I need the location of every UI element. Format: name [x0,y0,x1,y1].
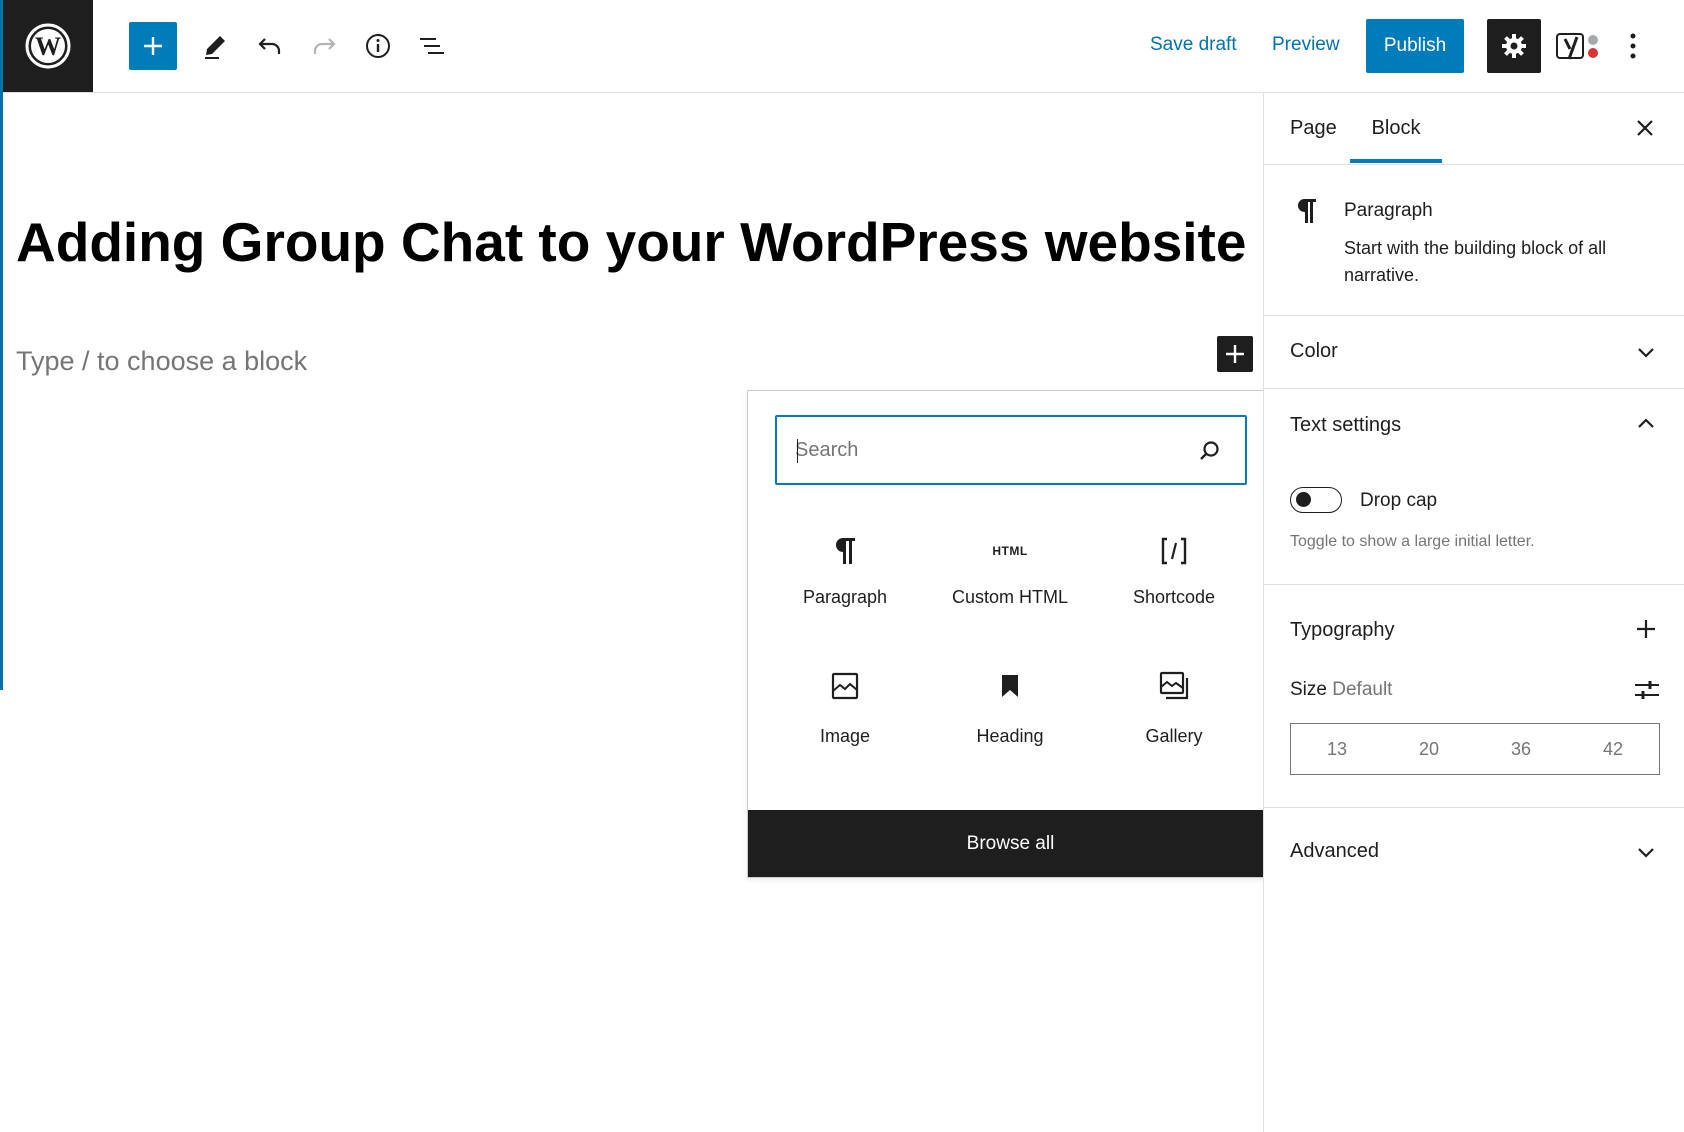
search-input[interactable] [795,417,1175,483]
gear-icon [1502,34,1526,58]
panel-color[interactable]: Color [1264,315,1684,389]
panel-title: Advanced [1290,840,1379,862]
undo-icon [258,38,281,54]
block-item-label: Image [819,726,871,746]
close-icon [1637,120,1653,136]
editor-header: W Save draft Preview Publish [0,0,1684,93]
redo-icon [313,38,336,54]
save-draft-button[interactable]: Save draft [1150,34,1237,56]
panel-typography: Typography Size Default 13 20 36 42 [1264,585,1684,808]
chevron-up-icon [1638,418,1654,428]
block-item-paragraph[interactable]: Paragraph [766,509,924,629]
panel-title: Typography [1290,619,1395,641]
image-icon [831,672,859,700]
shortcode-icon [1161,537,1187,565]
block-card: Paragraph Start with the building block … [1264,165,1684,316]
block-item-image[interactable]: Image [766,648,924,768]
browse-all-button[interactable]: Browse all [748,810,1273,877]
html-icon: HTML [992,544,1028,558]
gallery-icon [1159,671,1189,700]
block-item-label: Paragraph [802,587,888,607]
drop-cap-label: Drop cap [1360,490,1438,511]
plus-icon [1637,620,1655,638]
block-card-description: Start with the building block of all nar… [1344,238,1607,285]
publish-button[interactable]: Publish [1366,19,1464,73]
panel-toggle[interactable] [1634,840,1658,864]
active-tab-indicator [1350,159,1442,163]
yoast-seo-button[interactable] [1556,30,1602,62]
block-item-heading[interactable]: Heading [931,648,1089,768]
block-item-custom-html[interactable]: HTML Custom HTML [931,509,1089,629]
redo-button[interactable] [300,22,348,70]
undo-button[interactable] [246,22,294,70]
block-item-gallery[interactable]: Gallery [1095,648,1253,768]
panel-text-settings: Text settings Drop cap Toggle to show a … [1264,389,1684,585]
font-size-value: Default [1332,679,1393,700]
more-vertical-icon [1630,33,1636,59]
drop-cap-toggle[interactable] [1290,487,1342,513]
plus-icon [1226,345,1244,363]
details-button[interactable] [354,22,402,70]
close-sidebar-button[interactable] [1630,113,1660,143]
block-card-title: Paragraph [1344,200,1433,221]
search-field[interactable] [775,415,1247,485]
panel-advanced[interactable]: Advanced [1264,808,1684,886]
font-size-label: Size Default [1290,679,1392,701]
chevron-down-icon [1638,348,1654,358]
block-item-label: Custom HTML [951,587,1068,607]
wordpress-logo-icon: W [25,23,71,69]
block-item-shortcode[interactable]: Shortcode [1095,509,1253,629]
tab-block[interactable]: Block [1350,93,1442,163]
svg-text:W: W [35,32,61,61]
search-icon [1200,441,1219,460]
info-icon [366,34,390,58]
yoast-icon [1556,33,1598,60]
block-item-label: Heading [976,726,1044,746]
typography-options-button[interactable] [1634,617,1658,641]
block-item-label: Shortcode [1132,587,1216,607]
bookmark-icon [1002,675,1018,697]
plus-icon [144,37,162,55]
settings-button[interactable] [1487,19,1541,73]
text-caret [797,439,798,463]
font-size-picker: 13 20 36 42 [1290,723,1660,775]
settings-sliders-icon [1635,681,1659,699]
tab-page[interactable]: Page [1290,93,1337,163]
panel-toggle[interactable] [1634,340,1658,364]
block-item-label: Gallery [1145,726,1203,746]
canvas-focus-edge [0,0,3,690]
block-placeholder[interactable]: Type / to choose a block [16,346,307,377]
settings-sidebar: Page Block Paragraph Start with the buil… [1263,93,1684,1132]
quick-inserter: Paragraph HTML Custom HTML Shortcode Ima… [747,390,1274,878]
inline-add-block-button[interactable] [1217,336,1253,372]
paragraph-icon [836,538,855,564]
font-size-label-text: Size [1290,679,1327,700]
options-menu-button[interactable] [1622,26,1644,66]
block-inserter-toggle-button[interactable] [129,22,177,70]
drop-cap-help: Toggle to show a large initial letter. [1290,533,1535,550]
preview-button[interactable]: Preview [1272,34,1340,56]
size-option-13[interactable]: 13 [1291,724,1383,774]
tools-button[interactable] [191,22,239,70]
panel-title[interactable]: Text settings [1290,414,1401,437]
pencil-icon [205,36,225,59]
panel-toggle[interactable] [1634,411,1658,435]
size-option-42[interactable]: 42 [1567,724,1659,774]
list-view-button[interactable] [408,22,456,70]
post-title[interactable]: Adding Group Chat to your WordPress webs… [16,210,1246,274]
size-option-20[interactable]: 20 [1383,724,1475,774]
custom-size-button[interactable] [1634,677,1660,703]
wordpress-logo-button[interactable]: W [3,0,93,92]
toggle-knob [1296,492,1311,507]
chevron-down-icon [1638,848,1654,858]
list-view-icon [420,38,444,54]
size-option-36[interactable]: 36 [1475,724,1567,774]
panel-title: Color [1290,340,1338,362]
paragraph-icon [1297,199,1316,223]
tab-block-label: Block [1371,116,1421,139]
